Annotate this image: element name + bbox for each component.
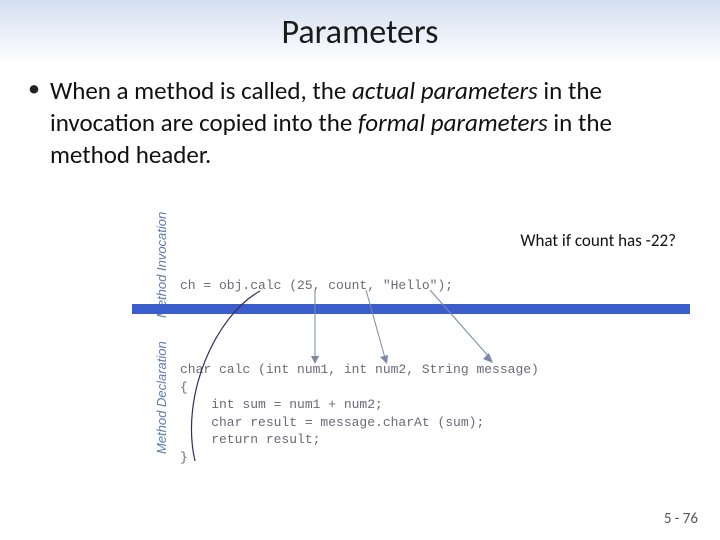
bullet-item: • When a method is called, the actual pa… [28, 75, 692, 171]
code-figure: Method Invocation Method Declaration ch … [120, 256, 690, 476]
arrow-2 [366, 290, 385, 358]
label-declaration: Method Declaration [154, 341, 169, 454]
arrow-3 [430, 290, 490, 358]
bullet-pre: When a method is called, the [50, 75, 352, 106]
bullet-block: • When a method is called, the actual pa… [0, 53, 720, 171]
bullet-dot: • [28, 75, 40, 104]
code-declaration: char calc (int num1, int num2, String me… [180, 361, 539, 466]
bullet-text: When a method is called, the actual para… [50, 75, 692, 171]
annotation-text: What if count has -22? [520, 230, 676, 251]
label-invocation: Method Invocation [154, 212, 169, 318]
bullet-em2: formal parameters [358, 107, 548, 138]
page-number: 5 - 76 [664, 510, 698, 528]
bullet-em1: actual parameters [352, 75, 538, 106]
divider-bar [132, 304, 690, 314]
slide-title: Parameters [0, 0, 720, 53]
code-invocation: ch = obj.calc (25, count, "Hello"); [180, 278, 453, 293]
